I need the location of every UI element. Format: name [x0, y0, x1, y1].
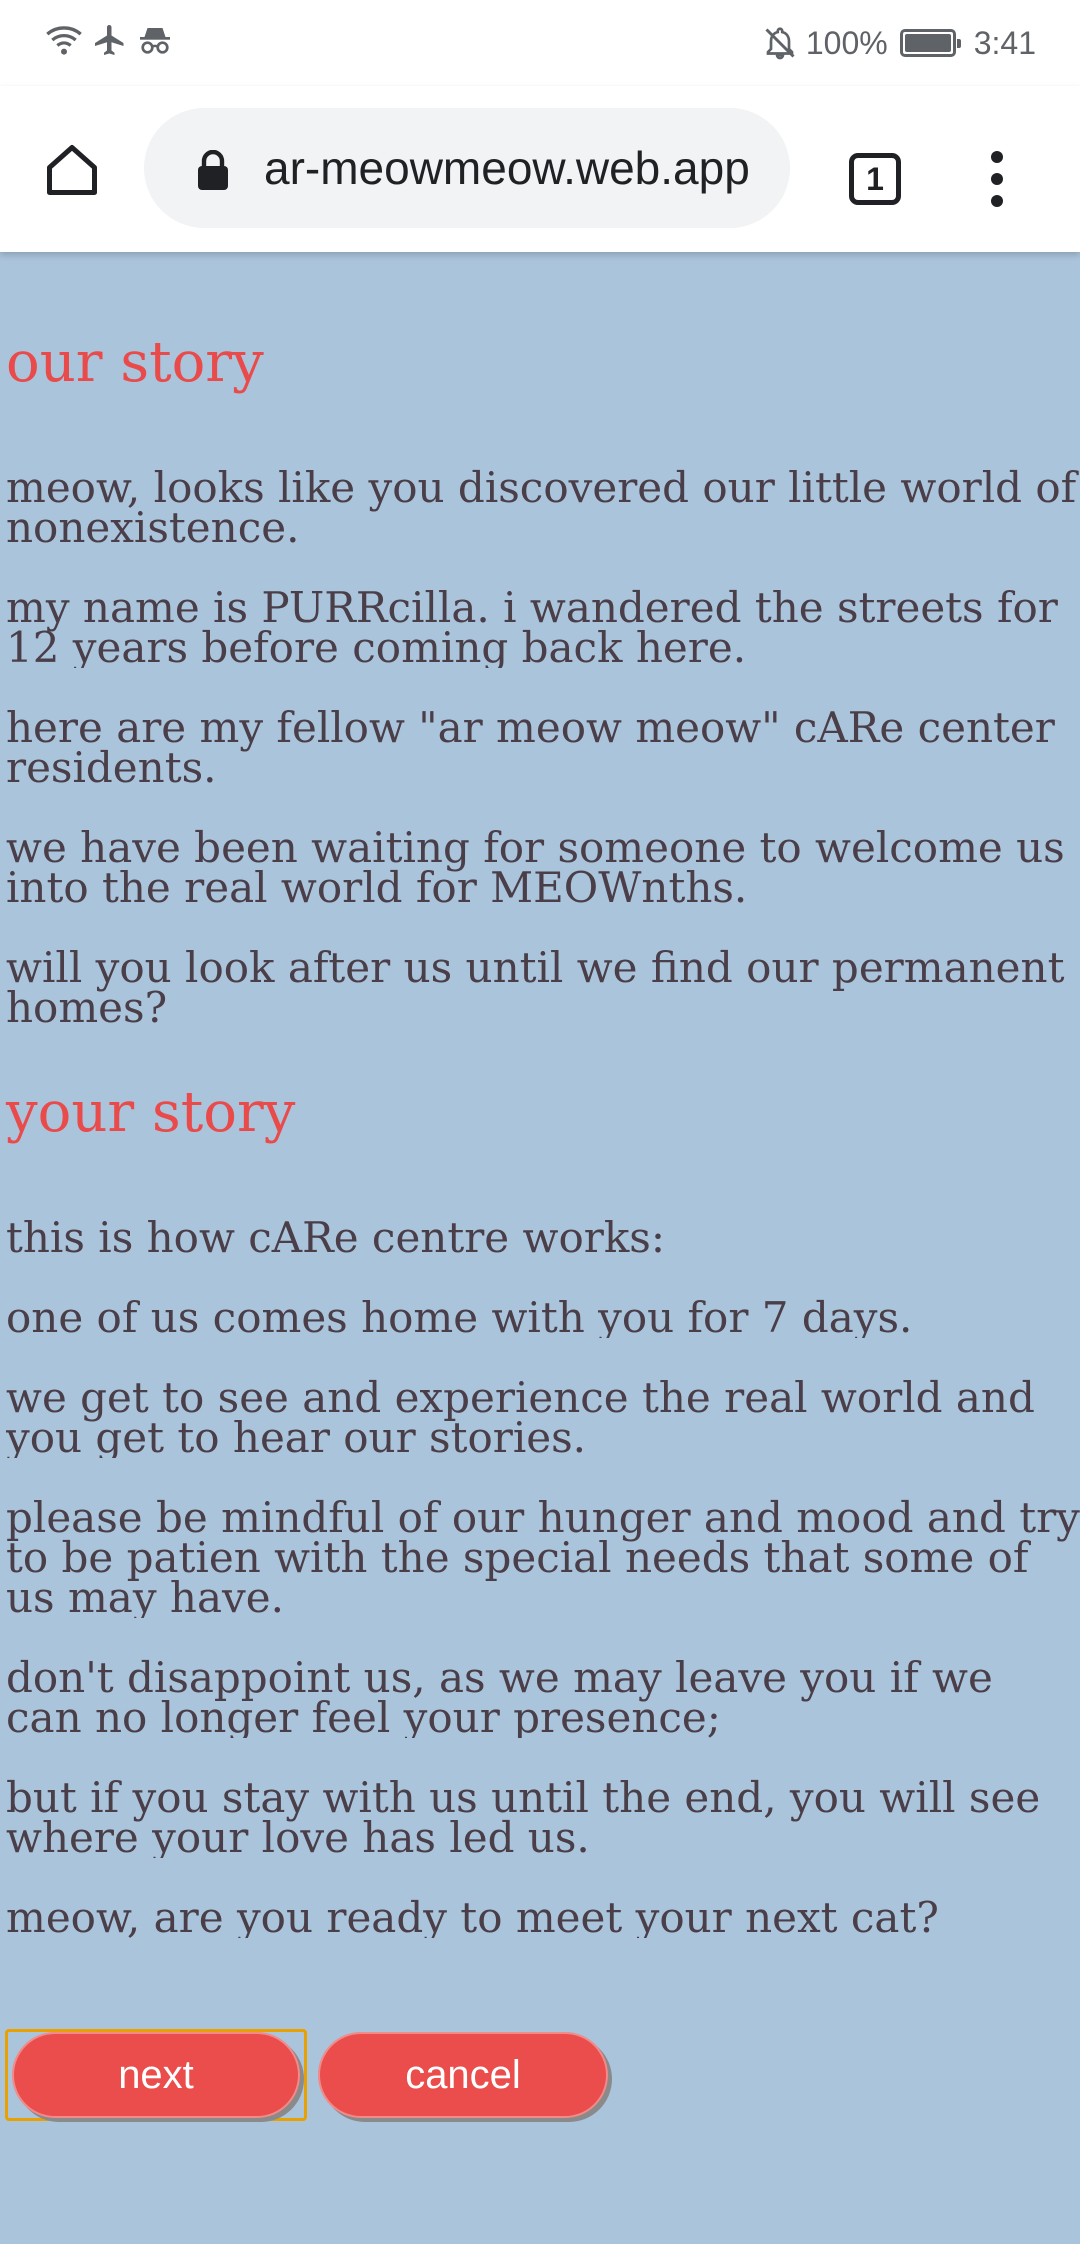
mute-icon — [765, 27, 795, 60]
your-story-paragraph: don't disappoint us, as we may leave you… — [6, 1658, 993, 1738]
your-story-paragraph: but if you stay with us until the end, y… — [6, 1778, 1041, 1858]
your-story-paragraph: we get to see and experience the real wo… — [6, 1378, 1035, 1458]
battery-icon — [899, 29, 961, 57]
status-icons-right: 100% 3:41 — [762, 20, 1036, 66]
more-options-icon[interactable] — [962, 134, 1032, 224]
status-icons-left — [44, 20, 174, 60]
battery-percent: 100% — [805, 24, 888, 61]
home-button[interactable] — [36, 134, 108, 206]
next-button[interactable]: next — [12, 2032, 300, 2118]
our-story-paragraph: my name is PURRcilla. i wandered the str… — [6, 588, 1058, 668]
your-story-paragraph: one of us comes home with you for 7 days… — [6, 1298, 913, 1338]
our-story-paragraph: will you look after us until we find our… — [6, 948, 1065, 1028]
page-content: our story meow, looks like you discovere… — [0, 252, 1080, 2244]
status-bar: 100% 3:41 — [0, 0, 1080, 86]
tab-switcher-button[interactable]: 1 — [840, 144, 910, 214]
lock-icon[interactable] — [196, 150, 230, 190]
clock: 3:41 — [973, 24, 1036, 61]
your-story-paragraph: meow, are you ready to meet your next ca… — [6, 1898, 939, 1938]
your-story-paragraph: this is how cARe centre works: — [6, 1218, 665, 1258]
address-bar[interactable]: ar-meowmeow.web.app — [144, 108, 790, 228]
our-story-heading: our story — [6, 330, 264, 395]
wifi-icon — [46, 26, 82, 55]
tab-switcher-icon: 1 — [849, 153, 901, 205]
home-icon — [47, 145, 97, 195]
tab-count: 1 — [866, 160, 884, 197]
our-story-paragraph: here are my fellow "ar meow meow" cARe c… — [6, 708, 1055, 788]
browser-toolbar: ar-meowmeow.web.app 1 — [0, 86, 1080, 252]
url-text[interactable]: ar-meowmeow.web.app — [264, 108, 760, 228]
cancel-button[interactable]: cancel — [318, 2032, 608, 2118]
your-story-heading: your story — [6, 1080, 296, 1145]
our-story-paragraph: we have been waiting for someone to welc… — [6, 828, 1065, 908]
airplane-icon — [95, 25, 124, 55]
your-story-paragraph: please be mindful of our hunger and mood… — [6, 1498, 1080, 1618]
battery-level — [904, 34, 951, 52]
incognito-icon — [140, 28, 170, 54]
our-story-paragraph: meow, looks like you discovered our litt… — [6, 468, 1077, 548]
